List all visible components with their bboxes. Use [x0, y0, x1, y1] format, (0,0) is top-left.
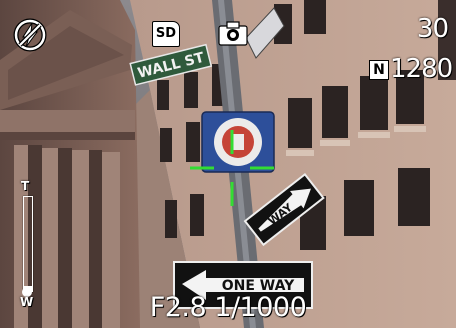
sd-card-icon: SD	[152, 21, 180, 47]
exposure-readout: F2.8 1/1000	[149, 292, 307, 323]
zoom-bar	[23, 196, 33, 292]
sd-card-label: SD	[155, 26, 177, 41]
viewfinder-scene: WALL ST WAY ONE WAY	[0, 0, 456, 328]
camera-icon	[218, 21, 248, 46]
camera-viewfinder: WALL ST WAY ONE WAY SD 30 N 1280 T W F2.…	[0, 0, 456, 328]
zoom-tele-label: T	[21, 179, 30, 193]
shots-remaining: 30	[416, 14, 449, 44]
quality-badge: N	[369, 60, 389, 80]
image-size: 1280	[390, 54, 453, 84]
flash-off-icon	[13, 18, 47, 52]
